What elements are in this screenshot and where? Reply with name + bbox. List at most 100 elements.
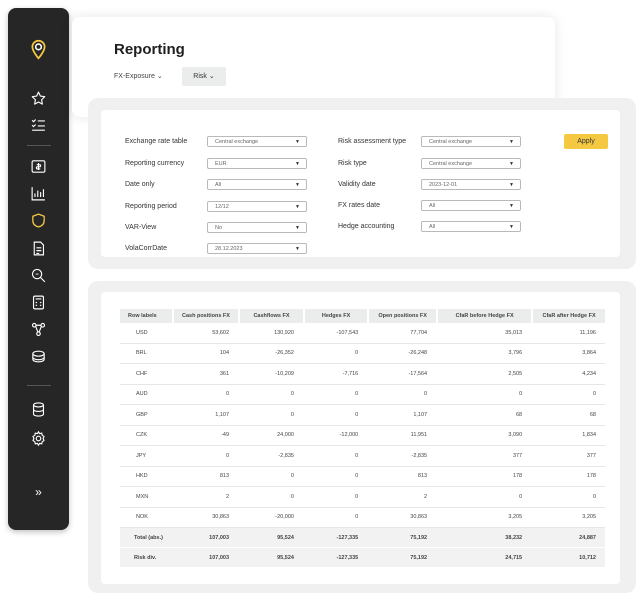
value-cell: -127,335: [302, 528, 368, 548]
star-icon[interactable]: [30, 90, 47, 107]
report-table: Row labels Cash positions FX Cashflows FX H…: [120, 309, 605, 568]
value-cell: 35,013: [436, 323, 532, 344]
column-header[interactable]: Open positions FX: [367, 309, 437, 323]
row-label-cell: CHF: [120, 364, 172, 385]
value-cell: -17,564: [367, 364, 437, 385]
var-view-select[interactable]: No ▼: [207, 222, 307, 233]
fx-rates-date-select[interactable]: All ▼: [421, 200, 521, 211]
select-value: All: [429, 224, 436, 230]
select-value: 28.12.2023: [215, 246, 243, 252]
risk-assessment-type-select[interactable]: Central exchange ▼: [421, 136, 521, 147]
value-cell: 1,834: [531, 426, 605, 446]
apply-button[interactable]: Apply: [564, 134, 608, 149]
row-label-cell: Total (abs.): [120, 528, 172, 548]
coins-icon[interactable]: [30, 348, 47, 365]
dropdown-arrow-icon: ▼: [509, 161, 514, 167]
value-cell: 30,863: [367, 508, 437, 528]
checklist-icon[interactable]: [30, 116, 47, 133]
tab-fx-exposure[interactable]: FX-Exposure ⌄: [114, 72, 163, 80]
bar-chart-icon[interactable]: [30, 185, 47, 202]
table-row[interactable]: USD 53,602 130,920 -107,543 77,704 35,013 11,1…: [120, 323, 605, 344]
column-header[interactable]: Hedges FX: [302, 309, 368, 323]
search-icon[interactable]: [30, 267, 47, 284]
summary-row[interactable]: Total (abs.) 107,003 95,524 -127,335 75,192 3…: [120, 528, 605, 548]
select-value: All: [429, 203, 436, 209]
value-cell: -26,352: [238, 344, 303, 364]
column-header[interactable]: Row labels: [120, 309, 172, 323]
network-icon[interactable]: [30, 321, 47, 338]
exchange-rate-table-select[interactable]: Central exchange ▼: [207, 136, 307, 147]
reporting-period-select[interactable]: 12/12 ▼: [207, 201, 307, 212]
hedge-accounting-select[interactable]: All ▼: [421, 221, 521, 232]
report-table-panel: Row labels Cash positions FX Cashflows FX H…: [88, 281, 636, 593]
tab-risk[interactable]: Risk ⌄: [182, 67, 226, 86]
filter-form: Exchange rate table Central exchange ▼ Re…: [101, 110, 620, 257]
value-cell: 178: [531, 467, 605, 487]
table-row[interactable]: MXN 2 0 0 2 0 0: [120, 487, 605, 508]
validity-date-select[interactable]: 2023-12-01 ▼: [421, 179, 521, 190]
calculator-icon[interactable]: [30, 294, 47, 311]
tab-label: Risk: [193, 73, 207, 80]
row-label-cell: BRL: [120, 344, 172, 364]
volacorrdate-select[interactable]: 28.12.2023 ▼: [207, 243, 307, 254]
table-row[interactable]: BRL 104 -26,352 0 -26,248 3,796 3,864: [120, 344, 605, 364]
value-cell: 24,000: [238, 426, 303, 446]
settings-icon[interactable]: [30, 430, 47, 447]
dropdown-arrow-icon: ▼: [509, 139, 514, 145]
row-label-cell: USD: [120, 323, 172, 344]
value-cell: -20,000: [238, 508, 303, 528]
value-cell: 0: [302, 385, 368, 405]
table-row[interactable]: HKD 813 0 0 813 178 178: [120, 467, 605, 487]
dropdown-arrow-icon: ▼: [295, 204, 300, 210]
table-row[interactable]: GBP 1,107 0 0 1,107 68 68: [120, 405, 605, 426]
value-cell: 130,920: [238, 323, 303, 344]
table-row[interactable]: NOK 30,863 -20,000 0 30,863 3,205 3,205: [120, 508, 605, 528]
select-value: No: [215, 225, 223, 231]
value-cell: 0: [238, 405, 303, 426]
value-cell: 24,715: [436, 548, 532, 568]
logo-pin-icon[interactable]: [28, 39, 49, 60]
date-only-select[interactable]: All ▼: [207, 179, 307, 190]
column-header[interactable]: Cashflows FX: [238, 309, 303, 323]
value-cell: 104: [171, 344, 239, 364]
value-cell: 0: [302, 467, 368, 487]
risk-type-select[interactable]: Central exchange ▼: [421, 158, 521, 169]
column-header[interactable]: Cash positions FX: [171, 309, 239, 323]
select-value: Central exchange: [215, 139, 259, 145]
sidebar-divider: [27, 385, 51, 386]
value-cell: -7,716: [302, 364, 368, 385]
table-row[interactable]: AUD 0 0 0 0 0 0: [120, 385, 605, 405]
document-icon[interactable]: [30, 240, 47, 257]
filter-label: FX rates date: [338, 202, 381, 209]
value-cell: 10,712: [531, 548, 605, 568]
dropdown-arrow-icon: ▼: [295, 225, 300, 231]
database-icon[interactable]: [30, 401, 47, 418]
column-header[interactable]: CfaR before Hedge FX: [436, 309, 532, 323]
value-cell: 3,090: [436, 426, 532, 446]
value-cell: 53,602: [171, 323, 239, 344]
value-cell: 377: [436, 446, 532, 467]
reporting-currency-select[interactable]: EUR ▼: [207, 158, 307, 169]
filter-label: Date only: [125, 181, 155, 188]
value-cell: 178: [436, 467, 532, 487]
row-label-cell: HKD: [120, 467, 172, 487]
dropdown-arrow-icon: ▼: [295, 182, 300, 188]
table-row[interactable]: CHF 361 -10,209 -7,716 -17,564 2,505 4,234: [120, 364, 605, 385]
value-cell: 3,864: [531, 344, 605, 364]
filter-panel: Exchange rate table Central exchange ▼ Re…: [88, 98, 636, 269]
tab-label: FX-Exposure: [114, 73, 155, 80]
filter-label: Hedge accounting: [338, 223, 395, 230]
value-cell: 361: [171, 364, 239, 385]
currency-icon[interactable]: [30, 158, 47, 175]
summary-row[interactable]: Risk div. 107,003 95,524 -127,335 75,192 24,7…: [120, 548, 605, 568]
shield-icon[interactable]: [30, 212, 47, 229]
column-header[interactable]: CfaR after Hedge FX: [531, 309, 605, 323]
table-row[interactable]: JPY 0 -2,835 0 -2,835 377 377: [120, 446, 605, 467]
value-cell: 0: [436, 385, 532, 405]
filter-label: VolaCorrDate: [125, 245, 168, 252]
value-cell: 95,524: [238, 528, 303, 548]
expand-icon[interactable]: »: [30, 484, 47, 501]
table-row[interactable]: CZK -49 24,000 -12,000 11,951 3,090 1,834: [120, 426, 605, 446]
filter-label: Exchange rate table: [125, 138, 188, 145]
value-cell: 0: [238, 385, 303, 405]
